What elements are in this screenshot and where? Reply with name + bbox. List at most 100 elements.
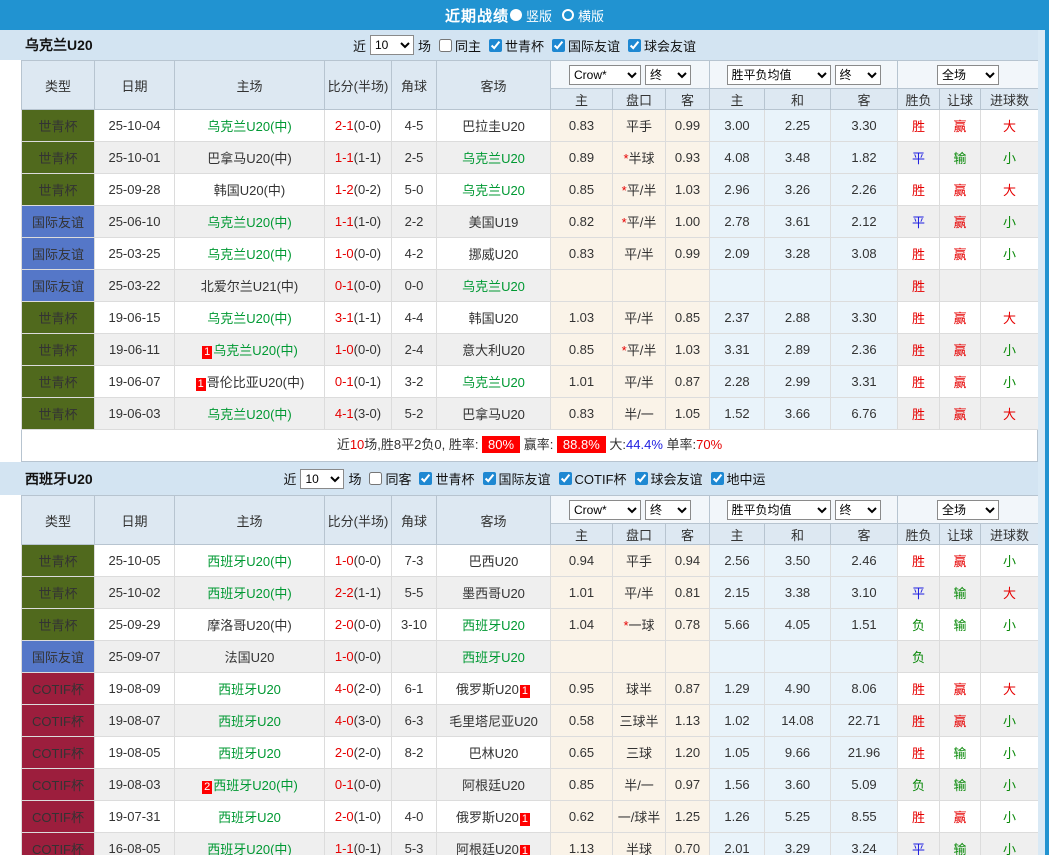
score: 1-0(0-0) <box>325 641 392 673</box>
corner-score: 2-5 <box>392 142 437 174</box>
avg-win-odds: 2.37 <box>710 302 765 334</box>
league-checkbox-国际友谊[interactable] <box>483 472 496 485</box>
result: 胜 <box>898 737 940 769</box>
rank-badge: 1 <box>520 813 530 826</box>
fulltime-score: 0-1 <box>335 777 354 792</box>
league-checkbox-球会友谊[interactable] <box>628 39 641 52</box>
team-label: 西班牙U20 <box>218 682 281 697</box>
match-row: COTIF杯16-08-05西班牙U20(中)1-1(0-1)5-3阿根廷U20… <box>22 833 1039 855</box>
match-date: 25-10-05 <box>95 545 175 577</box>
home-team: 法国U20 <box>175 641 325 673</box>
goals-result: 大 <box>981 302 1039 334</box>
avg-lose-odds: 22.71 <box>831 705 898 737</box>
away-odds: 1.25 <box>666 801 710 833</box>
corner-score: 6-3 <box>392 705 437 737</box>
team-section: 乌克兰U20近10场同主世青杯国际友谊球会友谊类型日期主场比分(半场)角球客场C… <box>0 30 1049 462</box>
avg-odds-select[interactable]: 胜平负均值 <box>727 65 831 85</box>
horizontal-layout-label[interactable]: 横版 <box>578 6 604 25</box>
handicap: 三球半 <box>613 705 666 737</box>
avg-lose-odds: 3.08 <box>831 238 898 270</box>
column-header: 类型 <box>22 496 95 545</box>
avg-odds-select[interactable]: 胜平负均值 <box>727 500 831 520</box>
same-venue-checkbox[interactable] <box>439 39 452 52</box>
home-team: 巴拿马U20(中) <box>175 142 325 174</box>
away-odds <box>666 270 710 302</box>
scope-select[interactable]: 全场 <box>937 500 999 520</box>
league-label: 球会友谊 <box>644 36 696 55</box>
fulltime-score: 1-0 <box>335 649 354 664</box>
handicap: 平/半 <box>613 302 666 334</box>
odds-company-group: Crow*终 <box>551 61 710 89</box>
handicap-result: 赢 <box>940 206 981 238</box>
column-header: 主场 <box>175 496 325 545</box>
score: 0-1(0-0) <box>325 769 392 801</box>
handicap-label: 一球 <box>629 618 655 633</box>
team-label: 西班牙U20 <box>218 714 281 729</box>
same-venue-checkbox[interactable] <box>369 472 382 485</box>
team-label: 挪威U20 <box>469 247 519 262</box>
league-checkbox-世青杯[interactable] <box>489 39 502 52</box>
scope-select[interactable]: 全场 <box>937 65 999 85</box>
league-checkbox-地中运[interactable] <box>711 472 724 485</box>
goals-result: 小 <box>981 334 1039 366</box>
odds-state-select[interactable]: 终 <box>645 500 691 520</box>
match-type: COTIF杯 <box>22 673 95 705</box>
avg-lose-odds: 8.06 <box>831 673 898 705</box>
avg-state-select[interactable]: 终 <box>835 65 881 85</box>
column-header: 日期 <box>95 61 175 110</box>
match-type: 世青杯 <box>22 174 95 206</box>
avg-win-odds: 2.01 <box>710 833 765 855</box>
summary-segment: 44.4% <box>626 437 663 452</box>
home-team: 摩洛哥U20(中) <box>175 609 325 641</box>
home-team: 西班牙U20(中) <box>175 833 325 855</box>
match-date: 19-07-31 <box>95 801 175 833</box>
handicap-result: 赢 <box>940 801 981 833</box>
home-odds: 0.65 <box>551 737 613 769</box>
team-label: 乌克兰U20 <box>462 183 525 198</box>
away-team: 毛里塔尼亚U20 <box>437 705 551 737</box>
same-venue-label: 同客 <box>385 469 411 488</box>
fulltime-score: 4-0 <box>335 681 354 696</box>
avg-state-select[interactable]: 终 <box>835 500 881 520</box>
home-team: 韩国U20(中) <box>175 174 325 206</box>
vertical-layout-label[interactable]: 竖版 <box>526 6 552 25</box>
away-team: 乌克兰U20 <box>437 174 551 206</box>
avg-draw-odds: 3.26 <box>765 174 831 206</box>
goals-result: 小 <box>981 142 1039 174</box>
corner-score: 2-2 <box>392 206 437 238</box>
team-label: 西班牙U20 <box>462 618 525 633</box>
match-count-select[interactable]: 10 <box>300 469 344 489</box>
sub-column-header: 和 <box>765 89 831 110</box>
fulltime-score: 4-0 <box>335 713 354 728</box>
league-checkbox-国际友谊[interactable] <box>552 39 565 52</box>
result: 胜 <box>898 334 940 366</box>
league-checkbox-世青杯[interactable] <box>419 472 432 485</box>
match-type: 世青杯 <box>22 609 95 641</box>
result: 胜 <box>898 673 940 705</box>
match-count-select[interactable]: 10 <box>370 35 414 55</box>
home-odds: 1.01 <box>551 577 613 609</box>
sub-column-header: 客 <box>666 89 710 110</box>
corner-score: 5-5 <box>392 577 437 609</box>
goals-result: 小 <box>981 206 1039 238</box>
horizontal-layout-radio[interactable] <box>562 9 574 21</box>
odds-company-select[interactable]: Crow* <box>569 65 641 85</box>
avg-lose-odds: 3.10 <box>831 577 898 609</box>
league-label: 球会友谊 <box>651 469 703 488</box>
fulltime-score: 2-0 <box>335 809 354 824</box>
avg-win-odds: 1.56 <box>710 769 765 801</box>
avg-draw-odds: 3.28 <box>765 238 831 270</box>
handicap-label: 平/半 <box>624 311 654 326</box>
team-label: 法国U20 <box>225 650 275 665</box>
avg-win-odds: 2.78 <box>710 206 765 238</box>
handicap-label: 平/半 <box>627 183 657 198</box>
league-checkbox-COTIF杯[interactable] <box>559 472 572 485</box>
odds-state-select[interactable]: 终 <box>645 65 691 85</box>
handicap: 半/一 <box>613 398 666 430</box>
odds-company-select[interactable]: Crow* <box>569 500 641 520</box>
team-label: 韩国U20 <box>469 311 519 326</box>
league-checkbox-球会友谊[interactable] <box>635 472 648 485</box>
league-label: 世青杯 <box>505 36 544 55</box>
vertical-layout-radio[interactable] <box>510 9 522 21</box>
sub-column-header: 主 <box>710 89 765 110</box>
